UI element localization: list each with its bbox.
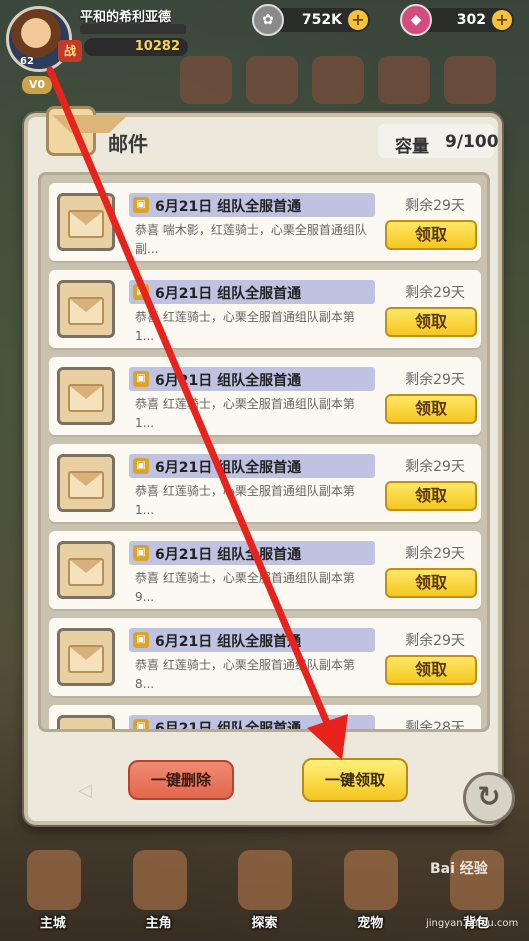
gift-icon: ▣ xyxy=(133,371,149,387)
player-avatar[interactable] xyxy=(6,6,72,72)
activity-icon[interactable] xyxy=(378,56,430,104)
mail-title: 6月21日 组队全服首通 xyxy=(155,547,302,563)
capacity-value: 9/100 xyxy=(445,132,499,152)
mail-body: 恭喜 红莲骑士，心栗全服首通组队副本第 1... xyxy=(135,310,355,343)
claim-button[interactable]: 领取 xyxy=(385,220,477,250)
envelope-icon xyxy=(57,454,115,512)
castle-icon xyxy=(26,850,81,910)
envelope-icon xyxy=(57,280,115,338)
power-value: 10282 xyxy=(84,38,188,56)
watermark-url: jingyan.baidu.com xyxy=(426,918,519,929)
claim-button[interactable]: 领取 xyxy=(385,655,477,685)
top-activity-icons xyxy=(180,56,529,112)
nav-main-city[interactable]: 主城 xyxy=(13,840,93,941)
mail-item[interactable]: ▣ 6月21日 组队全服首通 恭喜 红莲骑士，心栗全服首通组队副本第 9... … xyxy=(49,531,481,609)
nav-label: 探索 xyxy=(251,916,278,931)
mail-remaining: 剩余29天 xyxy=(405,459,465,475)
pet-icon xyxy=(344,850,399,910)
mail-body: 恭喜 红莲骑士，心栗全服首通组队副本第 1... xyxy=(135,484,355,517)
gift-icon: ▣ xyxy=(133,545,149,561)
mail-remaining: 剩余29天 xyxy=(405,198,465,214)
mail-body: 恭喜 喘木影，红莲骑士，心栗全服首通组队副... xyxy=(135,223,367,256)
mail-header-icon xyxy=(46,106,128,156)
player-name: 平和的希利亚德 xyxy=(80,10,172,25)
mail-title: 6月21日 组队全服首通 xyxy=(155,460,302,476)
envelope-icon xyxy=(57,193,115,251)
claim-all-button[interactable]: 一键领取 xyxy=(302,758,408,802)
mail-remaining: 剩余29天 xyxy=(405,546,465,562)
mail-remaining: 剩余29天 xyxy=(405,372,465,388)
delete-all-button[interactable]: 一键删除 xyxy=(128,760,234,800)
power-icon: 战 xyxy=(58,40,82,62)
gift-icon: ▣ xyxy=(133,632,149,648)
activity-icon[interactable] xyxy=(246,56,298,104)
mail-title: 6月21日 组队全服首通 xyxy=(155,199,302,215)
mail-remaining: 剩余29天 xyxy=(405,285,465,301)
add-paw-button[interactable]: + xyxy=(348,10,368,30)
paw-icon: ✿ xyxy=(252,4,284,36)
mail-title: 6月21日 组队全服首通 xyxy=(155,373,302,389)
mail-title: 6月21日 组队全服首通 xyxy=(155,286,302,302)
watermark-logo: Bai 经验 xyxy=(430,861,488,877)
vip-badge[interactable]: V0 xyxy=(22,76,52,94)
explore-icon xyxy=(238,850,293,910)
top-bar: 62 V0 平和的希利亚德 10282 战 ✿ 752K + ◆ 302 + xyxy=(0,0,529,104)
mail-item[interactable]: ▣ 6月21日 组队全服首通 恭喜 红莲骑士，心栗全服首通组队副本第 1... … xyxy=(49,444,481,522)
mail-item[interactable]: ▣ 6月21日 组队全服首通 恭喜 喘木影，红莲骑士，心栗全服首通组队副... … xyxy=(49,183,481,261)
resource-paw[interactable]: ✿ 752K + xyxy=(252,4,370,36)
claim-button[interactable]: 领取 xyxy=(385,481,477,511)
player-level: 62 xyxy=(20,56,34,67)
activity-icon[interactable] xyxy=(444,56,496,104)
gift-icon: ▣ xyxy=(133,284,149,300)
mail-title: 6月21日 组队全服首通 xyxy=(155,721,302,732)
claim-button[interactable]: 领取 xyxy=(385,394,477,424)
envelope-icon xyxy=(57,541,115,599)
mail-remaining: 剩余29天 xyxy=(405,633,465,649)
hero-icon xyxy=(132,850,187,910)
panel-title: 邮件 xyxy=(108,132,148,156)
nav-label: 主城 xyxy=(39,916,66,931)
back-icon[interactable]: ↻ xyxy=(463,772,515,824)
activity-icon[interactable] xyxy=(312,56,364,104)
envelope-icon xyxy=(57,628,115,686)
resource-paw-value: 752K xyxy=(301,12,342,28)
mail-list[interactable]: ▣ 6月21日 组队全服首通 恭喜 喘木影，红莲骑士，心栗全服首通组队副... … xyxy=(38,172,490,732)
capacity-label: 容量 xyxy=(395,137,429,157)
nav-pet[interactable]: 宠物 xyxy=(330,840,410,941)
gift-icon: ▣ xyxy=(133,197,149,213)
resource-gem-value: 302 xyxy=(456,12,486,28)
mail-item[interactable]: ▣ 6月21日 组队全服首通 恭喜 红莲骑士，心栗全服首通组队副本第 1... … xyxy=(49,357,481,435)
envelope-icon xyxy=(57,715,115,729)
mail-remaining: 剩余28天 xyxy=(405,720,465,732)
mail-body: 恭喜 红莲骑士，心栗全服首通组队副本第 8... xyxy=(135,658,355,691)
mail-body: 恭喜 红莲骑士，心栗全服首通组队副本第 9... xyxy=(135,571,355,604)
mail-item[interactable]: ▣ 6月21日 组队全服首通 剩余28天 领取 xyxy=(49,705,481,732)
envelope-icon xyxy=(46,106,128,156)
mail-title: 6月21日 组队全服首通 xyxy=(155,634,302,650)
add-gem-button[interactable]: + xyxy=(492,10,512,30)
gift-icon: ▣ xyxy=(133,719,149,729)
claim-button[interactable]: 领取 xyxy=(385,307,477,337)
exp-bar xyxy=(80,24,186,34)
mail-body: 恭喜 红莲骑士，心栗全服首通组队副本第 1... xyxy=(135,397,355,430)
claim-button[interactable]: 领取 xyxy=(385,568,477,598)
activity-icon[interactable] xyxy=(180,56,232,104)
resource-gem[interactable]: ◆ 302 + xyxy=(400,4,514,36)
decorative-arrow-icon: ◁ xyxy=(78,780,92,801)
envelope-icon xyxy=(57,367,115,425)
nav-label: 主角 xyxy=(145,916,172,931)
gem-icon: ◆ xyxy=(400,4,432,36)
mail-item[interactable]: ▣ 6月21日 组队全服首通 恭喜 红莲骑士，心栗全服首通组队副本第 8... … xyxy=(49,618,481,696)
nav-hero[interactable]: 主角 xyxy=(119,840,199,941)
mail-item[interactable]: ▣ 6月21日 组队全服首通 恭喜 红莲骑士，心栗全服首通组队副本第 1... … xyxy=(49,270,481,348)
nav-explore[interactable]: 探索 xyxy=(224,840,304,941)
nav-label: 宠物 xyxy=(357,916,384,931)
gift-icon: ▣ xyxy=(133,458,149,474)
